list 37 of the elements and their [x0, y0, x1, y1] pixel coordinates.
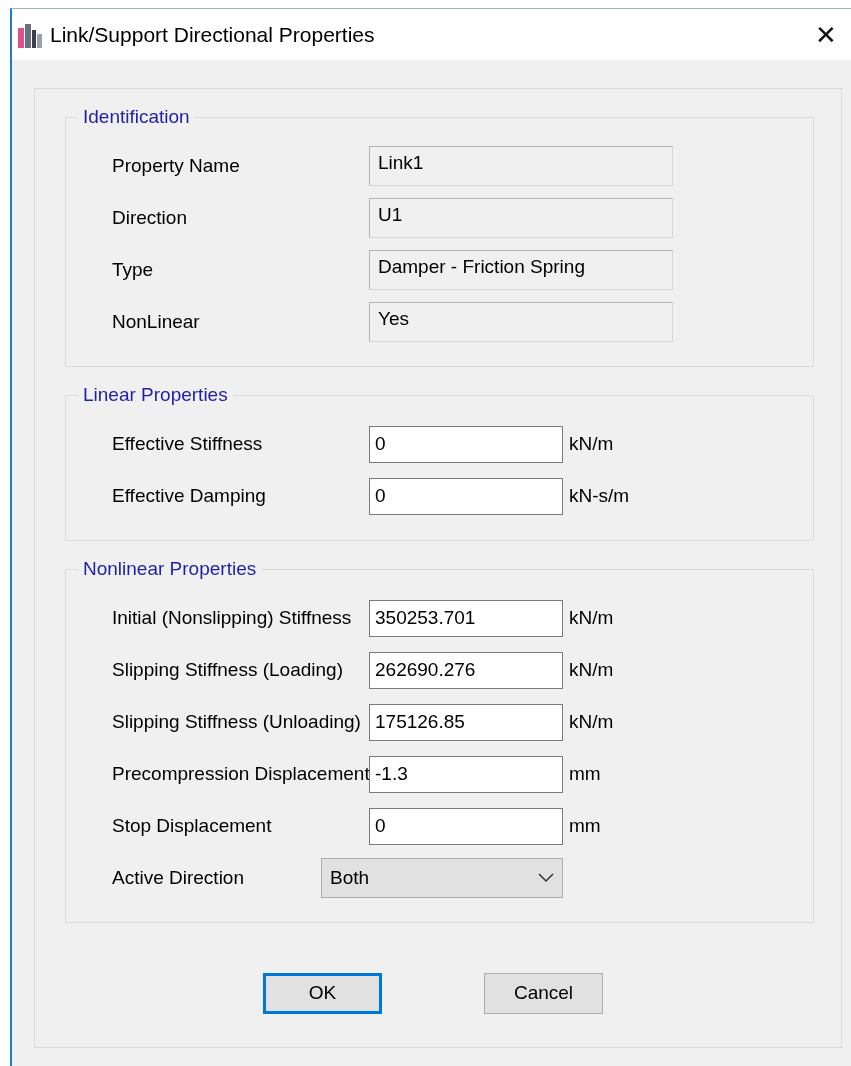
unit-label: kN/m [569, 605, 614, 630]
unit-label: kN-s/m [569, 483, 630, 508]
chevron-down-icon [538, 873, 554, 883]
input-field[interactable]: 0 [369, 807, 563, 845]
cancel-button[interactable]: Cancel [484, 973, 603, 1014]
input-field[interactable]: 0 [369, 425, 563, 463]
field-label: Precompression Displacement [111, 761, 369, 786]
field-label: Effective Damping [111, 483, 267, 508]
readonly-field: U1 [369, 198, 673, 238]
input-field[interactable]: 262690.276 [369, 651, 563, 689]
field-label: Stop Displacement [111, 813, 273, 838]
input-field[interactable]: 350253.701 [369, 599, 563, 637]
field-label: Effective Stiffness [111, 431, 264, 456]
readonly-field: Yes [369, 302, 673, 342]
unit-label: mm [569, 761, 601, 786]
window-title: Link/Support Directional Properties [50, 21, 376, 48]
unit-label: mm [569, 813, 601, 838]
field-label: Property Name [111, 153, 241, 178]
input-field[interactable]: -1.3 [369, 755, 563, 793]
readonly-field: Damper - Friction Spring [369, 250, 673, 290]
field-label: Initial (Nonslipping) Stiffness [111, 605, 353, 630]
app-icon [18, 21, 42, 48]
input-field[interactable]: 0 [369, 477, 563, 515]
field-label: Direction [111, 205, 188, 230]
unit-label: kN/m [569, 657, 614, 682]
readonly-field: Link1 [369, 146, 673, 186]
field-label: NonLinear [111, 309, 201, 334]
close-button[interactable]: ✕ [809, 21, 843, 48]
field-label: Active Direction [111, 865, 245, 890]
field-label: Slipping Stiffness (Unloading) [111, 709, 362, 734]
input-field[interactable]: 175126.85 [369, 703, 563, 741]
unit-label: kN/m [569, 709, 614, 734]
unit-label: kN/m [569, 431, 614, 456]
field-label: Type [111, 257, 155, 282]
ok-button[interactable]: OK [263, 973, 382, 1014]
field-label: Slipping Stiffness (Loading) [111, 657, 344, 682]
dropdown[interactable]: Both [321, 858, 563, 898]
